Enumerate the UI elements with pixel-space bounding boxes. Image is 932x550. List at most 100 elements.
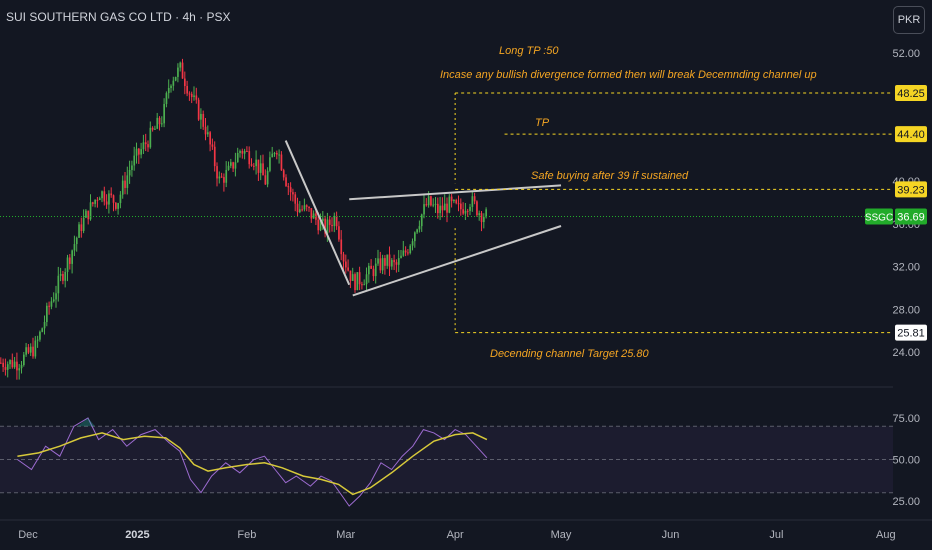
candle-body xyxy=(264,175,267,185)
candle-body xyxy=(480,213,483,223)
candle-body xyxy=(108,193,110,205)
candle-body xyxy=(112,195,115,203)
candle-body xyxy=(87,210,90,220)
candle-body xyxy=(365,274,368,285)
candle-body xyxy=(133,155,136,166)
chart-canvas: 52.0040.0036.0032.0028.0024.0075.0050.00… xyxy=(0,48,932,541)
candle-body xyxy=(469,206,471,211)
candle-body xyxy=(386,254,389,266)
candle-body xyxy=(204,126,207,135)
candle-body xyxy=(179,62,182,68)
candle-body xyxy=(276,153,278,155)
candle-body xyxy=(96,199,99,201)
candle-body xyxy=(73,244,76,251)
candle-body xyxy=(27,347,30,353)
candle-body xyxy=(211,144,214,147)
candle-body xyxy=(0,362,2,364)
candle-body xyxy=(303,205,306,210)
candle-body xyxy=(287,186,290,188)
candle-body xyxy=(207,132,209,135)
candle-body xyxy=(342,254,345,262)
candle-body xyxy=(446,203,448,213)
candle-body xyxy=(71,250,73,264)
candle-body xyxy=(384,258,386,266)
candle-body xyxy=(156,117,159,129)
candle-body xyxy=(397,258,400,265)
candle-body xyxy=(101,191,103,199)
candle-body xyxy=(460,203,462,210)
level-tag-label-2: 39.23 xyxy=(897,184,925,196)
candle-body xyxy=(39,331,41,340)
candle-body xyxy=(25,347,27,355)
candle-body xyxy=(36,339,39,341)
candle-body xyxy=(466,210,469,212)
candle-body xyxy=(78,224,80,238)
candle-body xyxy=(6,364,9,370)
candle-body xyxy=(241,150,244,154)
candle-body xyxy=(119,194,122,204)
candle-body xyxy=(126,175,129,188)
candle-body xyxy=(271,153,274,158)
candle-body xyxy=(312,213,315,219)
candle-body xyxy=(209,132,211,145)
candle-body xyxy=(248,151,251,165)
candle-body xyxy=(117,203,119,209)
candle-body xyxy=(124,180,126,188)
candle-body xyxy=(310,208,313,219)
candle-body xyxy=(257,159,260,173)
candle-body xyxy=(115,202,117,209)
candle-body xyxy=(368,265,370,275)
candle-body xyxy=(20,365,23,369)
candle-body xyxy=(225,169,228,183)
candle-body xyxy=(372,268,375,277)
currency-button[interactable]: PKR xyxy=(893,6,925,34)
candle-body xyxy=(349,270,352,281)
candle-body xyxy=(418,226,421,230)
candle-body xyxy=(52,299,55,302)
price-axis-label: 28.00 xyxy=(892,304,920,316)
candle-body xyxy=(142,142,145,150)
rsi-axis-label: 25.00 xyxy=(892,496,920,508)
candle-body xyxy=(197,99,200,120)
candle-body xyxy=(170,85,172,88)
candle-body xyxy=(280,154,283,171)
symbol-tag-label: SSGC xyxy=(865,212,893,223)
candle-body xyxy=(23,354,25,366)
candle-body xyxy=(407,252,409,254)
candle-body xyxy=(299,209,301,213)
candle-body xyxy=(402,250,405,256)
candle-body xyxy=(450,196,453,202)
rsi-axis-label: 75.00 xyxy=(892,413,920,425)
trendline-2 xyxy=(352,225,562,297)
candle-body xyxy=(98,198,101,201)
candle-body xyxy=(374,263,377,277)
price-axis-label: 24.00 xyxy=(892,347,920,359)
candle-body xyxy=(388,254,391,267)
candle-body xyxy=(41,328,44,332)
candle-body xyxy=(289,187,292,193)
candle-body xyxy=(317,219,320,231)
candle-body xyxy=(278,154,280,156)
candle-body xyxy=(361,284,363,286)
candle-body xyxy=(85,210,87,218)
level-tag-label-1: 44.40 xyxy=(897,129,925,141)
candle-body xyxy=(393,260,395,263)
candle-body xyxy=(66,257,69,272)
candle-body xyxy=(138,148,140,155)
candle-body xyxy=(94,199,96,204)
candle-body xyxy=(32,346,34,357)
candle-body xyxy=(18,368,21,371)
candle-body xyxy=(29,346,32,353)
candle-body xyxy=(347,267,349,271)
candle-body xyxy=(220,176,223,178)
time-axis-label: May xyxy=(551,529,572,541)
candle-body xyxy=(110,193,113,196)
candle-body xyxy=(363,284,366,286)
candle-body xyxy=(4,367,7,370)
candle-body xyxy=(151,127,154,130)
candle-body xyxy=(154,128,156,130)
candle-body xyxy=(455,200,458,204)
candle-body xyxy=(239,150,241,154)
candle-body xyxy=(243,150,246,154)
candle-body xyxy=(144,142,147,145)
